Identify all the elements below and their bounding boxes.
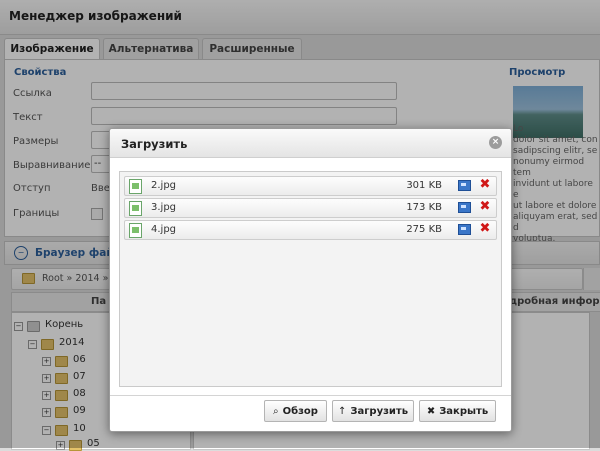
file-size: 173 KB bbox=[406, 202, 442, 213]
edit-icon[interactable] bbox=[458, 180, 471, 191]
edit-icon[interactable] bbox=[458, 224, 471, 235]
browse-button[interactable]: ⌕ Обзор bbox=[264, 400, 327, 422]
dialog-header: Загрузить × bbox=[110, 129, 511, 158]
delete-icon[interactable]: ✖ bbox=[478, 200, 492, 214]
upload-file-row: 4.jpg 275 KB ✖ bbox=[124, 220, 497, 240]
upload-dialog: Загрузить × 2.jpg 301 KB ✖ 3.jpg 173 KB … bbox=[109, 128, 512, 432]
upload-button[interactable]: ↑ Загрузить bbox=[332, 400, 414, 422]
file-size: 301 KB bbox=[406, 180, 442, 191]
file-name: 4.jpg bbox=[151, 224, 177, 235]
upload-arrow-icon: ↑ bbox=[337, 406, 347, 417]
dialog-footer-divider bbox=[110, 395, 511, 396]
file-name: 2.jpg bbox=[151, 180, 177, 191]
close-x-icon: ✖ bbox=[426, 406, 436, 417]
delete-icon[interactable]: ✖ bbox=[478, 222, 492, 236]
edit-icon[interactable] bbox=[458, 202, 471, 213]
image-file-icon bbox=[129, 223, 142, 238]
close-icon[interactable]: × bbox=[489, 136, 502, 149]
image-file-icon bbox=[129, 179, 142, 194]
dialog-title: Загрузить bbox=[121, 137, 188, 151]
file-size: 275 KB bbox=[406, 224, 442, 235]
search-icon: ⌕ bbox=[273, 406, 279, 417]
close-button[interactable]: ✖ Закрыть bbox=[419, 400, 496, 422]
browse-button-label: Обзор bbox=[282, 406, 318, 417]
close-button-label: Закрыть bbox=[439, 406, 489, 417]
upload-queue: 2.jpg 301 KB ✖ 3.jpg 173 KB ✖ 4.jpg 275 … bbox=[119, 171, 502, 387]
delete-icon[interactable]: ✖ bbox=[478, 178, 492, 192]
image-file-icon bbox=[129, 201, 142, 216]
upload-button-label: Загрузить bbox=[350, 406, 409, 417]
file-name: 3.jpg bbox=[151, 202, 177, 213]
upload-file-row: 2.jpg 301 KB ✖ bbox=[124, 176, 497, 196]
upload-file-row: 3.jpg 173 KB ✖ bbox=[124, 198, 497, 218]
